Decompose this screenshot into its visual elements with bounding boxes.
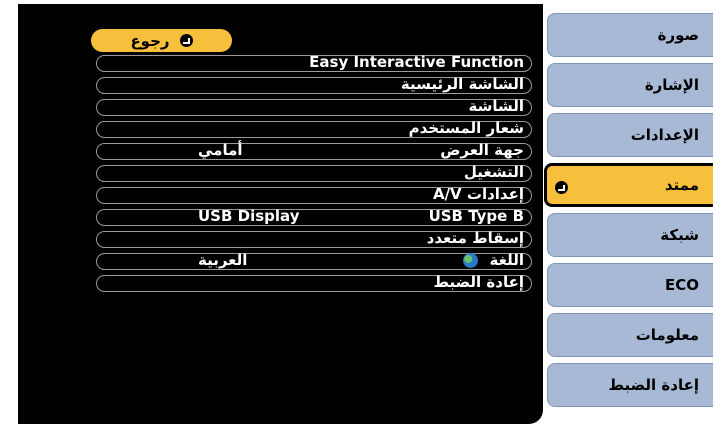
row-label: USB Type B: [428, 207, 524, 225]
tab-network[interactable]: شبكة: [547, 213, 713, 257]
tab-label: معلومات: [635, 326, 699, 344]
menu-row-user-logo[interactable]: شعار المستخدم: [96, 118, 532, 140]
tab-eco[interactable]: ECO: [547, 263, 713, 307]
menu-row-projection[interactable]: أمامي جهة العرض: [96, 140, 532, 162]
row-label: Easy Interactive Function: [309, 53, 524, 71]
menu-row-reset[interactable]: إعادة الضبط: [96, 272, 532, 294]
back-button[interactable]: رجوع: [91, 29, 232, 52]
row-label-with-icon: اللغة: [463, 251, 524, 269]
back-label: رجوع: [130, 31, 170, 50]
menu-row-home-screen[interactable]: الشاشة الرئيسية: [96, 74, 532, 96]
row-label: إعادة الضبط: [433, 273, 524, 291]
tab-image[interactable]: صورة: [547, 13, 713, 57]
menu-row-display[interactable]: الشاشة: [96, 96, 532, 118]
tab-reset[interactable]: إعادة الضبط: [547, 363, 713, 407]
tab-information[interactable]: معلومات: [547, 313, 713, 357]
globe-icon: [463, 253, 479, 268]
menu-row-easy-interactive-function[interactable]: Easy Interactive Function: [96, 52, 532, 74]
tab-label: ممتد: [664, 176, 699, 194]
menu-row-usb-type-b[interactable]: USB Display USB Type B: [96, 206, 532, 228]
menu-row-multi-projection[interactable]: إسقاط متعدد: [96, 228, 532, 250]
tab-signal[interactable]: الإشارة: [547, 63, 713, 107]
tab-label: الإشارة: [644, 76, 699, 94]
row-label: جهة العرض: [440, 141, 524, 159]
row-label: الشاشة: [468, 97, 524, 115]
row-value: أمامي: [198, 141, 243, 159]
main-menu-sidebar: صورة الإشارة الإعدادات ممتد شبكة ECO معل…: [544, 13, 713, 413]
enter-icon: [179, 34, 193, 47]
row-label: إعدادات A/V: [432, 185, 524, 203]
menu-row-language[interactable]: العربية اللغة: [96, 250, 532, 272]
tab-label: صورة: [657, 26, 699, 44]
extended-settings-list: Easy Interactive Function الشاشة الرئيسي…: [96, 52, 532, 294]
row-label: اللغة: [489, 251, 524, 269]
tab-extended[interactable]: ممتد: [544, 163, 713, 207]
row-label: إسقاط متعدد: [426, 229, 524, 247]
tab-label: إعادة الضبط: [608, 376, 699, 394]
tab-label: شبكة: [660, 226, 699, 244]
tab-label: ECO: [664, 276, 699, 294]
menu-row-operation[interactable]: التشغيل: [96, 162, 532, 184]
row-value: العربية: [198, 251, 248, 269]
tab-settings[interactable]: الإعدادات: [547, 113, 713, 157]
row-frame: [96, 99, 532, 116]
menu-row-av-settings[interactable]: إعدادات A/V: [96, 184, 532, 206]
row-label: التشغيل: [463, 163, 524, 181]
row-label: الشاشة الرئيسية: [400, 75, 524, 93]
enter-icon: [555, 181, 568, 194]
tab-label: الإعدادات: [630, 126, 699, 144]
row-label: شعار المستخدم: [408, 119, 524, 137]
row-value: USB Display: [198, 207, 300, 225]
